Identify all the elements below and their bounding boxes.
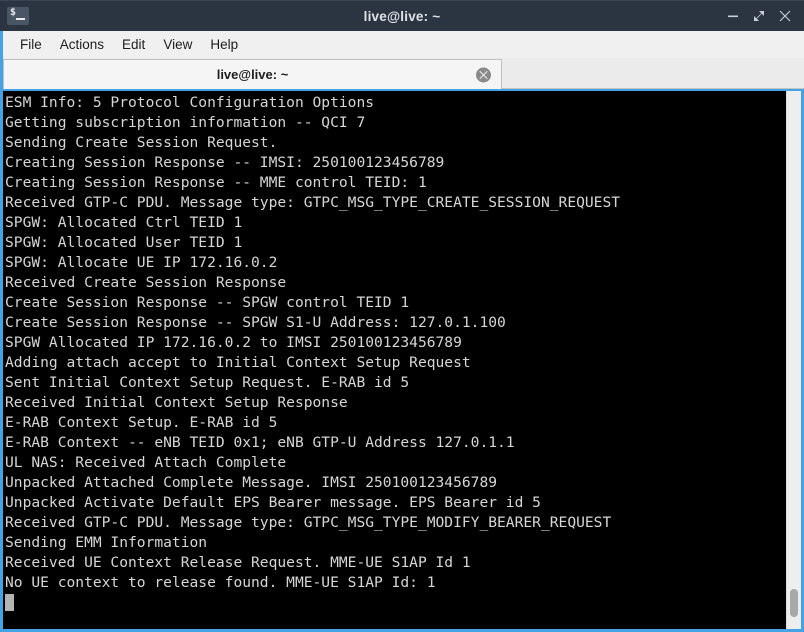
menu-item-help[interactable]: Help xyxy=(201,34,247,55)
terminal-line: Received Create Session Response xyxy=(5,274,287,291)
terminal-line: Creating Session Response -- MME control… xyxy=(5,174,427,191)
terminal-line: Creating Session Response -- IMSI: 25010… xyxy=(5,154,445,171)
terminal-line: Sent Initial Context Setup Request. E-RA… xyxy=(5,374,410,391)
menu-item-actions[interactable]: Actions xyxy=(51,34,113,55)
terminal-scrollbar[interactable] xyxy=(786,91,801,629)
menu-item-file[interactable]: File xyxy=(11,34,51,55)
terminal-line: Create Session Response -- SPGW S1-U Add… xyxy=(5,314,506,331)
title-bar[interactable]: live@live: ~ xyxy=(0,0,804,31)
terminal-line: SPGW: Allocated Ctrl TEID 1 xyxy=(5,214,243,231)
terminal-inner: ESM Info: 5 Protocol Configuration Optio… xyxy=(3,91,801,629)
menu-item-view[interactable]: View xyxy=(154,34,201,55)
maximize-button[interactable] xyxy=(746,3,772,29)
terminal-icon xyxy=(7,7,29,25)
scrollbar-thumb[interactable] xyxy=(790,589,798,617)
terminal-window: live@live: ~ File Actions Edit View Help xyxy=(0,0,804,632)
terminal-frame: ESM Info: 5 Protocol Configuration Optio… xyxy=(0,89,804,632)
terminal-line: Sending EMM Information xyxy=(5,534,208,551)
minimize-button[interactable] xyxy=(720,3,746,29)
tab-close-icon[interactable] xyxy=(476,67,491,82)
terminal-line: E-RAB Context -- eNB TEID 0x1; eNB GTP-U… xyxy=(5,434,515,451)
terminal-line: Received UE Context Release Request. MME… xyxy=(5,554,471,571)
tab-label: live@live: ~ xyxy=(216,67,289,82)
terminal-line: No UE context to release found. MME-UE S… xyxy=(5,574,436,591)
window-controls xyxy=(720,3,804,29)
terminal-line: SPGW Allocated IP 172.16.0.2 to IMSI 250… xyxy=(5,334,462,351)
terminal-line: Create Session Response -- SPGW control … xyxy=(5,294,410,311)
terminal-line: SPGW: Allocate UE IP 172.16.0.2 xyxy=(5,254,278,271)
terminal-line: Received GTP-C PDU. Message type: GTPC_M… xyxy=(5,514,612,531)
menu-bar: File Actions Edit View Help xyxy=(0,31,804,58)
terminal-line: Received Initial Context Setup Response xyxy=(5,394,348,411)
terminal-line: Adding attach accept to Initial Context … xyxy=(5,354,471,371)
terminal-line: E-RAB Context Setup. E-RAB id 5 xyxy=(5,414,278,431)
tab-live-session[interactable]: live@live: ~ xyxy=(3,59,502,89)
menu-item-edit[interactable]: Edit xyxy=(113,34,154,55)
terminal-output[interactable]: ESM Info: 5 Protocol Configuration Optio… xyxy=(3,91,786,629)
terminal-line: UL NAS: Received Attach Complete xyxy=(5,454,287,471)
tab-bar: live@live: ~ xyxy=(0,58,804,89)
terminal-line: Unpacked Attached Complete Message. IMSI… xyxy=(5,474,498,491)
window-title: live@live: ~ xyxy=(363,8,441,24)
close-button[interactable] xyxy=(772,3,798,29)
terminal-cursor xyxy=(5,594,14,611)
terminal-line: Unpacked Activate Default EPS Bearer mes… xyxy=(5,494,541,511)
terminal-line: Getting subscription information -- QCI … xyxy=(5,114,366,131)
terminal-line: Received GTP-C PDU. Message type: GTPC_M… xyxy=(5,194,621,211)
terminal-line: SPGW: Allocated User TEID 1 xyxy=(5,234,243,251)
terminal-line: Sending Create Session Request. xyxy=(5,134,278,151)
terminal-line: ESM Info: 5 Protocol Configuration Optio… xyxy=(5,94,375,111)
